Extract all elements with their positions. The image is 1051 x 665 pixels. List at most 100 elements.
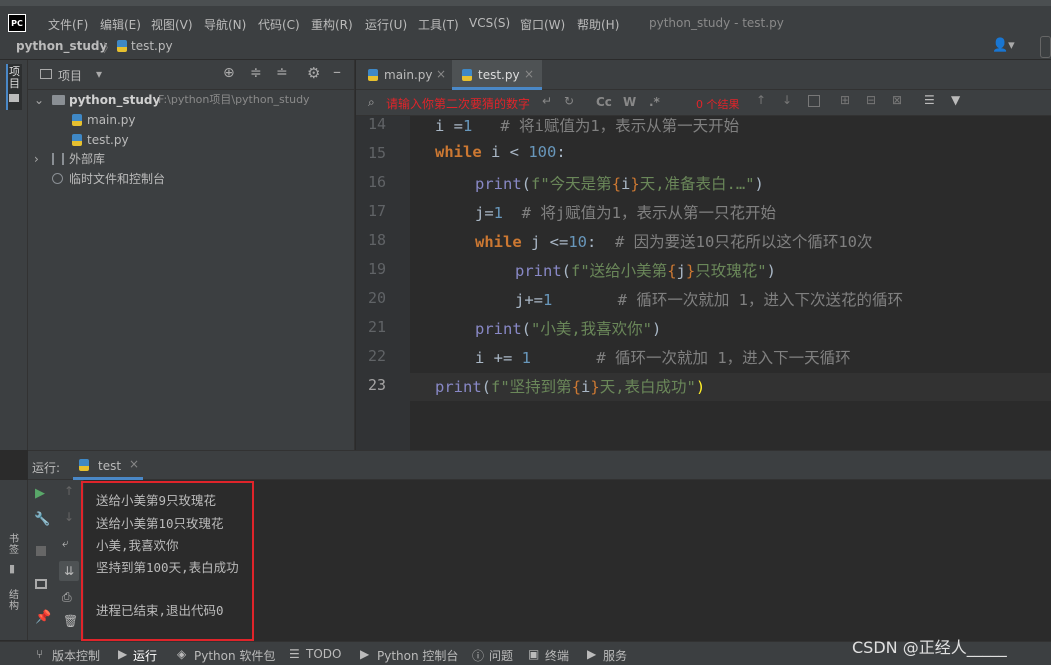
bookmarks-tool-tab[interactable]: 书签 bbox=[9, 534, 19, 556]
line-number: 20 bbox=[367, 289, 386, 307]
close-icon[interactable]: × bbox=[129, 457, 139, 471]
close-icon[interactable]: × bbox=[524, 67, 534, 81]
root-folder-path: F:\python项目\python_study bbox=[158, 93, 310, 106]
statusbar-todo[interactable]: TODO bbox=[306, 647, 341, 661]
select-all-icon[interactable] bbox=[808, 95, 820, 107]
match-case-toggle[interactable]: Cc bbox=[596, 95, 612, 109]
wrench-icon[interactable]: 🔧 bbox=[34, 512, 50, 527]
search-icon[interactable]: ⌕ bbox=[368, 95, 375, 110]
statusbar-python-packages[interactable]: Python 软件包 bbox=[194, 647, 275, 664]
history-icon[interactable]: ↻ bbox=[564, 94, 574, 108]
python-file-icon bbox=[72, 134, 82, 146]
close-icon[interactable]: × bbox=[436, 67, 446, 81]
highlight-box bbox=[81, 481, 254, 641]
menu-edit[interactable]: 编辑(E) bbox=[100, 16, 141, 33]
run-tab-label: test bbox=[98, 459, 122, 473]
run-tab-test[interactable]: test × bbox=[73, 451, 143, 480]
trash-icon[interactable]: 🗑 bbox=[63, 614, 78, 628]
search-input[interactable]: 请输入你第二次要猜的数字 bbox=[386, 95, 530, 112]
code-line: i += 1 # 循环一次就加 1，进入下一天循环 bbox=[475, 349, 851, 367]
new-line-icon[interactable]: ↵ bbox=[542, 94, 552, 108]
line-number: 15 bbox=[367, 144, 386, 162]
project-tool-tab[interactable]: 项目 bbox=[9, 66, 20, 90]
filter-icon[interactable]: ▼ bbox=[951, 93, 960, 107]
code-line: i =1 # 将i赋值为1，表示从第一天开始 bbox=[435, 117, 740, 135]
menu-tools[interactable]: 工具(T) bbox=[418, 16, 459, 33]
folder-icon bbox=[9, 94, 19, 102]
structure-tool-tab[interactable]: 结构 bbox=[9, 590, 19, 612]
menu-run[interactable]: 运行(U) bbox=[365, 16, 407, 33]
search-everywhere-icon[interactable] bbox=[1040, 36, 1051, 58]
menu-navigate[interactable]: 导航(N) bbox=[204, 16, 246, 33]
arrow-down-icon[interactable]: ↓ bbox=[782, 93, 792, 107]
navigation-bar: python_study 〉 test.py 👤▾ bbox=[0, 36, 1051, 60]
python-file-icon bbox=[462, 69, 472, 81]
line-number: 18 bbox=[367, 231, 386, 249]
whole-words-toggle[interactable]: W bbox=[623, 95, 636, 109]
project-view-icon bbox=[40, 69, 52, 79]
tree-item-root[interactable]: ⌄ python_study F:\python项目\python_study bbox=[28, 90, 355, 110]
scroll-to-end-icon[interactable]: ⇊ bbox=[59, 561, 79, 581]
menu-code[interactable]: 代码(C) bbox=[258, 16, 300, 33]
chevron-down-icon[interactable]: ⌄ bbox=[34, 90, 44, 110]
tree-item-test-py[interactable]: test.py bbox=[28, 130, 355, 150]
regex-toggle[interactable]: .* bbox=[649, 95, 660, 109]
tree-item-external-libs[interactable]: › 外部库 bbox=[28, 149, 355, 169]
run-panel-header: 运行: test × bbox=[28, 450, 1051, 480]
menu-refactor[interactable]: 重构(R) bbox=[311, 16, 353, 33]
statusbar-run[interactable]: 运行 bbox=[133, 647, 157, 664]
tab-test-py[interactable]: test.py × bbox=[452, 60, 542, 90]
code-line: print(f"送给小美第{j}只玫瑰花") bbox=[515, 262, 776, 280]
rerun-icon[interactable]: ▶ bbox=[35, 486, 45, 501]
breadcrumb-file[interactable]: test.py bbox=[131, 39, 173, 53]
statusbar-problems[interactable]: 问题 bbox=[489, 647, 513, 664]
project-panel-header: 项目 ▾ ⊕ ≑ ≐ ⚙ – bbox=[28, 60, 355, 90]
menu-file[interactable]: 文件(F) bbox=[48, 16, 88, 33]
tree-item-scratches[interactable]: 临时文件和控制台 bbox=[28, 169, 355, 189]
collapse-all-icon[interactable]: ≐ bbox=[276, 65, 288, 81]
chevron-right-icon[interactable]: › bbox=[34, 149, 39, 169]
line-number: 16 bbox=[367, 173, 386, 191]
menu-view[interactable]: 视图(V) bbox=[151, 16, 193, 33]
code-line: while j <=10: # 因为要送10只花所以这个循环10次 bbox=[475, 233, 873, 251]
pin-icon[interactable]: 📌 bbox=[35, 610, 51, 625]
menu-help[interactable]: 帮助(H) bbox=[577, 16, 619, 33]
filter-options-icon[interactable]: ☰ bbox=[924, 93, 935, 107]
menu-bar: PC 文件(F) 编辑(E) 视图(V) 导航(N) 代码(C) 重构(R) 运… bbox=[0, 0, 1051, 36]
services-icon: ▶ bbox=[587, 647, 597, 661]
remove-selection-icon[interactable]: ⊟ bbox=[866, 93, 876, 107]
statusbar-python-console[interactable]: Python 控制台 bbox=[377, 647, 458, 664]
bookmark-icon: ▮ bbox=[9, 562, 16, 575]
stop-icon[interactable] bbox=[36, 546, 46, 556]
breadcrumb-project[interactable]: python_study bbox=[16, 39, 107, 53]
print-icon[interactable]: ⎙ bbox=[62, 590, 72, 605]
statusbar-terminal[interactable]: 终端 bbox=[545, 647, 569, 664]
user-icon[interactable]: 👤▾ bbox=[992, 38, 1015, 53]
line-number: 17 bbox=[367, 202, 386, 220]
statusbar-services[interactable]: 服务 bbox=[603, 647, 627, 664]
add-selection-icon[interactable]: ⊞ bbox=[840, 93, 850, 107]
layout-icon[interactable] bbox=[35, 579, 47, 589]
code-editor[interactable]: i =1 # 将i赋值为1，表示从第一天开始 while i < 100: pr… bbox=[410, 116, 1051, 450]
arrow-up-icon[interactable]: ↑ bbox=[756, 93, 766, 107]
python-file-icon bbox=[117, 40, 127, 52]
project-panel-title[interactable]: 项目 bbox=[58, 67, 82, 84]
arrow-down-icon[interactable]: ↓ bbox=[64, 510, 74, 524]
scratch-icon bbox=[52, 173, 63, 184]
toggle-selection-icon[interactable]: ⊠ bbox=[892, 93, 902, 107]
left-tool-strip: 项目 bbox=[0, 60, 28, 450]
menu-window[interactable]: 窗口(W) bbox=[520, 16, 565, 33]
hide-panel-icon[interactable]: – bbox=[333, 62, 341, 81]
python-file-icon bbox=[79, 459, 89, 471]
tab-main-py[interactable]: main.py × bbox=[356, 60, 452, 90]
arrow-up-icon[interactable]: ↑ bbox=[64, 484, 74, 498]
line-number: 21 bbox=[367, 318, 386, 336]
locate-icon[interactable]: ⊕ bbox=[223, 65, 235, 81]
soft-wrap-icon[interactable]: ⤶ bbox=[62, 536, 69, 551]
statusbar-vcs[interactable]: 版本控制 bbox=[52, 647, 100, 664]
chevron-down-icon[interactable]: ▾ bbox=[96, 67, 102, 81]
menu-vcs[interactable]: VCS(S) bbox=[469, 16, 510, 30]
gear-icon[interactable]: ⚙ bbox=[307, 64, 320, 82]
expand-all-icon[interactable]: ≑ bbox=[250, 65, 262, 81]
tree-item-main-py[interactable]: main.py bbox=[28, 110, 355, 130]
